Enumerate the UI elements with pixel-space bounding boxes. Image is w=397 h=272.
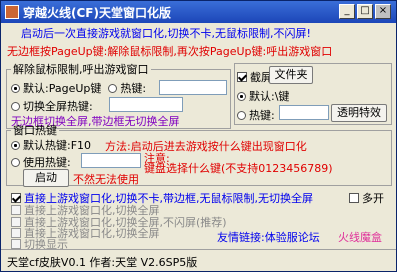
mouse-default-radio[interactable] bbox=[11, 83, 20, 93]
folder-button[interactable]: 文件夹 bbox=[269, 66, 313, 84]
invalid-note: 不然无法使用 bbox=[73, 173, 139, 186]
window-default-label: 默认热键:F10 bbox=[23, 139, 92, 152]
window-default-radio[interactable] bbox=[11, 140, 20, 150]
screenshot-default-row: 默认:\键 bbox=[237, 88, 289, 104]
key-note: 键盘选择什么键(不支持0123456789) bbox=[144, 162, 333, 175]
window-default-row: 默认热键:F10 bbox=[11, 137, 91, 153]
screenshot-hotkey-row: 热键: bbox=[237, 107, 275, 123]
mouse-hotkey-label: 热键: bbox=[120, 82, 147, 95]
window-hotkey-legend: 窗口热键 bbox=[13, 124, 57, 137]
multi-open-label: 多开 bbox=[362, 192, 384, 205]
window-title: 穿越火线(CF)天堂窗口化版 bbox=[23, 6, 171, 20]
app-icon bbox=[5, 5, 19, 19]
start-button[interactable]: 启动 bbox=[23, 169, 69, 187]
screenshot-hotkey-label: 热键: bbox=[249, 109, 275, 122]
window-use-hotkey-radio[interactable] bbox=[11, 157, 20, 167]
screenshot-hotkey-input[interactable] bbox=[279, 105, 329, 120]
app-window: 穿越火线(CF)天堂窗口化版 _ □ × 启动后一次直接游戏就窗口化,切换不卡,… bbox=[0, 0, 397, 272]
fullscreen-hotkey-input[interactable] bbox=[109, 97, 183, 112]
title-bar[interactable]: 穿越火线(CF)天堂窗口化版 _ □ × bbox=[1, 1, 396, 23]
transparent-effect-button[interactable]: 透明特效 bbox=[331, 104, 387, 122]
fire-box-link[interactable]: 火线魔盒 bbox=[338, 229, 382, 245]
status-bar: 天堂cf皮肤V0.1 作者:天堂 V2.6SP5版 bbox=[1, 249, 396, 271]
fullscreen-radio[interactable] bbox=[11, 101, 20, 111]
method-note: 方法:启动后进去游戏按什么键出现窗口化 bbox=[105, 140, 307, 153]
minimize-button[interactable]: _ bbox=[339, 4, 355, 19]
screenshot-default-label: 默认:\键 bbox=[249, 90, 290, 103]
window-use-hotkey-row: 使用热键: bbox=[11, 154, 71, 170]
fullscreen-row: 切换全屏热键: bbox=[11, 98, 93, 114]
status-text: 天堂cf皮肤V0.1 作者:天堂 V2.6SP5版 bbox=[7, 256, 198, 269]
screenshot-checkbox[interactable] bbox=[237, 72, 247, 82]
screenshot-hotkey-radio[interactable] bbox=[237, 110, 246, 120]
window-hotkey-input[interactable] bbox=[81, 153, 141, 168]
fullscreen-label: 切换全屏热键: bbox=[23, 100, 93, 113]
friend-link[interactable]: 友情链接:体验服论坛 bbox=[217, 229, 320, 245]
mouse-group-legend: 解除鼠标限制,呼出游戏窗口 bbox=[13, 63, 149, 76]
window-use-hotkey-label: 使用热键: bbox=[23, 156, 71, 169]
mouse-hotkey-radio[interactable] bbox=[108, 83, 118, 93]
option-checkbox[interactable] bbox=[11, 239, 21, 249]
mouse-default-label: 默认:PageUp键 bbox=[23, 82, 102, 95]
maximize-button[interactable]: □ bbox=[357, 4, 373, 19]
screenshot-default-radio[interactable] bbox=[237, 91, 246, 101]
multi-open-row: 多开 bbox=[349, 190, 384, 206]
multi-open-checkbox[interactable] bbox=[349, 193, 359, 203]
banner-line-2: 无边框按PageUp键:解除鼠标限制,再次按PageUp键:呼出游戏窗口 bbox=[7, 45, 333, 58]
banner-line-1: 启动后一次直接游戏就窗口化,切换不卡,无鼠标限制,不闪屏! bbox=[21, 27, 311, 40]
close-button[interactable]: × bbox=[375, 4, 391, 19]
mouse-default-row: 默认:PageUp键 热键: bbox=[11, 80, 146, 96]
mouse-hotkey-input[interactable] bbox=[159, 80, 227, 95]
screenshot-row: 截屏 bbox=[237, 69, 272, 85]
